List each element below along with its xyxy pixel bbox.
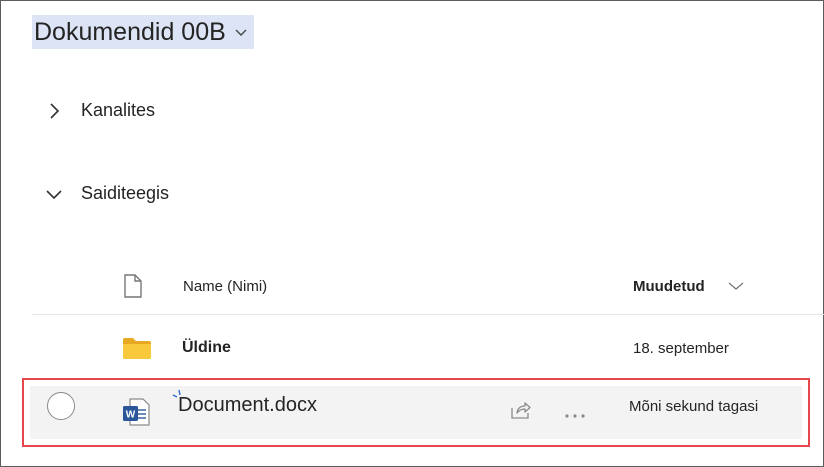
library-title-text: Dokumendid 00B xyxy=(32,15,228,49)
row-select-checkbox[interactable] xyxy=(47,392,75,420)
file-name[interactable]: Document.docx xyxy=(178,394,317,417)
section-kanalites[interactable]: Kanalites xyxy=(44,100,155,121)
modified-date: 18. september xyxy=(633,340,729,357)
modified-date: Mõni sekund tagasi xyxy=(629,398,759,415)
sort-chevron-icon[interactable] xyxy=(727,272,745,300)
chevron-right-icon[interactable] xyxy=(44,101,64,121)
chevron-down-icon[interactable] xyxy=(227,15,254,49)
file-type-header-icon[interactable] xyxy=(122,272,144,300)
section-label: Saiditeegis xyxy=(81,183,170,203)
table-row[interactable]: Üldine 18. september xyxy=(0,330,824,368)
file-name[interactable]: Üldine xyxy=(182,339,231,357)
section-label: Kanalites xyxy=(81,100,156,120)
folder-icon xyxy=(122,336,152,365)
section-saiditeegis[interactable]: Saiditeegis xyxy=(44,183,169,204)
more-options-icon[interactable] xyxy=(564,406,586,424)
column-header-modified-label: Muudetud xyxy=(633,277,705,295)
column-header-name[interactable]: Name (Nimi) xyxy=(183,272,267,300)
svg-text:W: W xyxy=(126,410,136,421)
table-row-selected[interactable]: W Document.docx Mõni sekund tagasi xyxy=(22,378,810,447)
column-header-name-label: Name (Nimi) xyxy=(183,277,268,295)
share-icon[interactable] xyxy=(510,400,532,425)
column-header-modified[interactable]: Muudetud xyxy=(633,272,705,300)
library-title[interactable]: Dokumendid 00B xyxy=(32,15,254,49)
chevron-down-icon[interactable] xyxy=(44,184,64,204)
word-document-icon: W xyxy=(121,396,153,433)
header-divider xyxy=(32,314,824,315)
